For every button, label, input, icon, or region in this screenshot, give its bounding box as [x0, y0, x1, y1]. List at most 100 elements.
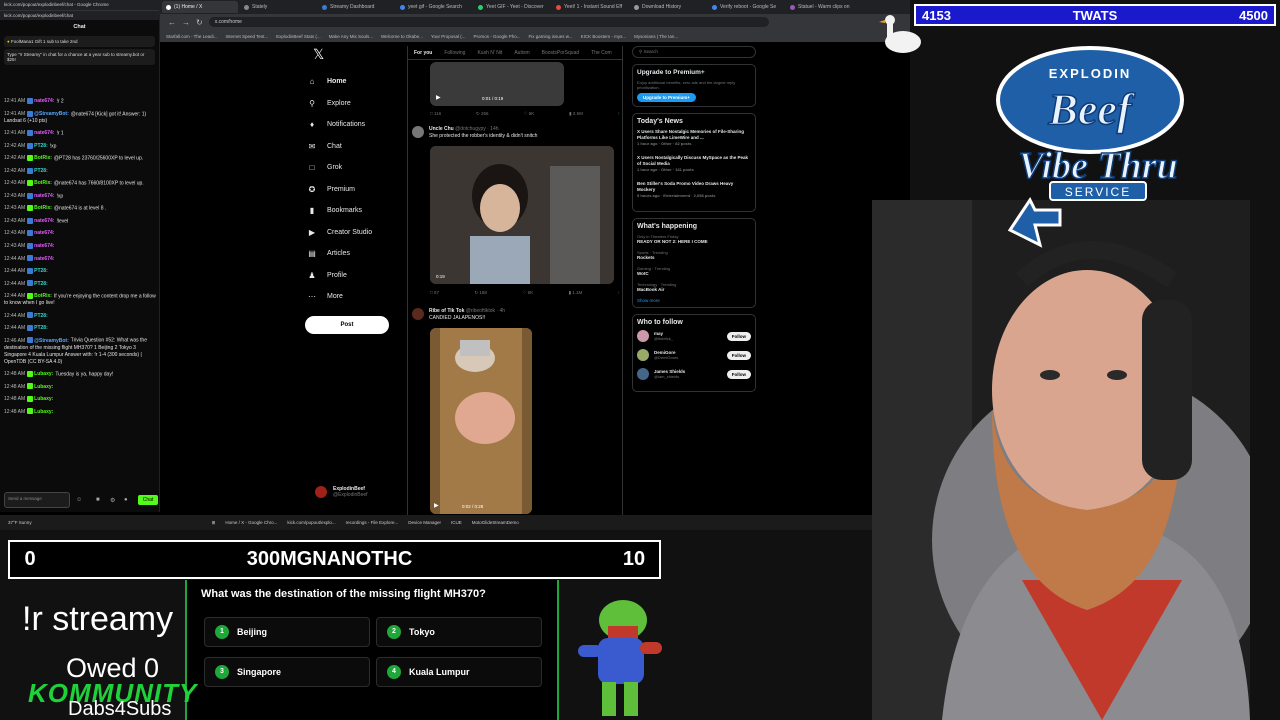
message-user[interactable]: nate674: [34, 230, 54, 236]
message-user[interactable]: BotRix: [34, 293, 52, 299]
message-user[interactable]: nate674: [34, 256, 54, 262]
bookmark[interactable]: ExplodinBeef Stats (... [276, 34, 321, 39]
message-user[interactable]: Lubaxy: [34, 409, 53, 415]
message-user[interactable]: PT28: [34, 268, 48, 274]
post-button[interactable]: Post [305, 315, 389, 334]
trend-item[interactable]: Technology · Trending MacBook Air [637, 282, 751, 292]
upgrade-button[interactable]: Upgrade to Premium+ [637, 93, 696, 102]
message-user[interactable]: PT28: [34, 313, 48, 319]
nav-grok[interactable]: □ Grok [305, 157, 405, 179]
emote-icon[interactable]: ☺ [76, 497, 82, 503]
play-icon[interactable]: ▶ [434, 502, 439, 509]
avatar[interactable] [412, 126, 424, 138]
tab[interactable]: Streamy Dashboard [318, 1, 394, 13]
message-user[interactable]: @StreamyBot: [34, 111, 69, 117]
avatar[interactable] [637, 330, 649, 342]
retweet-icon[interactable]: ↻ 168 [474, 290, 487, 296]
video-player[interactable]: 0:19 [430, 146, 614, 284]
news-item[interactable]: Ben Stiller's Soda Promo Video Draws Hea… [637, 181, 751, 199]
message-user[interactable]: nate674: [34, 98, 54, 104]
chat-input[interactable]: Send a message [4, 492, 70, 508]
views-icon[interactable]: ▮ 1.1M [569, 290, 583, 296]
taskbar-app[interactable]: Home / X - Google Chro... [225, 520, 277, 525]
tab[interactable]: Download History [630, 1, 706, 13]
gift-icon[interactable]: ■ [96, 497, 100, 503]
message-user[interactable]: PT28: [34, 281, 48, 287]
message-user[interactable]: PT28: [34, 325, 48, 331]
settings-icon[interactable]: ⚙ [110, 497, 115, 504]
tab-list[interactable]: The Com [591, 50, 612, 56]
views-icon[interactable]: ▮ 2.5M [569, 111, 583, 117]
message-user[interactable]: nate674: [34, 193, 54, 199]
nav-notifications[interactable]: ♦ Notifications [305, 114, 405, 136]
nav-articles[interactable]: ▤ Articles [305, 243, 405, 265]
taskbar-app[interactable]: ICUE [451, 520, 462, 525]
nav-explore[interactable]: ⚲ Explore [305, 93, 405, 115]
message-user[interactable]: BotRix: [34, 205, 52, 211]
taskbar-app[interactable]: recordings - File Explore... [346, 520, 399, 525]
news-item[interactable]: X Users Share Nostalgic Memories of File… [637, 129, 751, 147]
nav-more[interactable]: ⋯ More [305, 286, 405, 308]
search-input[interactable]: ⚲ Search [632, 46, 756, 58]
url-input[interactable]: x.com/home [208, 17, 769, 27]
like-icon[interactable]: ♡ 6K [522, 290, 533, 296]
tab[interactable]: Yeet! 1 - Instant Sound Eff [552, 1, 628, 13]
back-icon[interactable]: ← [168, 18, 176, 27]
tab[interactable]: Verify reboot - Google Se [708, 1, 784, 13]
reload-icon[interactable]: ↻ [196, 18, 203, 27]
like-icon[interactable]: ♡ 6K [523, 111, 534, 117]
avatar[interactable] [412, 308, 424, 320]
taskbar-app[interactable]: kick.com/popout/explo... [287, 520, 335, 525]
tab[interactable]: yeet gif - Google Search [396, 1, 472, 13]
retweet-icon[interactable]: ↻ 266 [476, 111, 489, 117]
tab-list[interactable]: Kush N' Nit [477, 50, 502, 56]
bookmark[interactable]: Make Any Mix Souls... [329, 34, 373, 39]
reply-icon[interactable]: □ 57 [430, 290, 439, 296]
message-user[interactable]: PT28: [34, 143, 48, 149]
message-user[interactable]: nate674: [34, 243, 54, 249]
follow-button[interactable]: Follow [726, 350, 751, 360]
video-player[interactable]: ▶ 0:01 / 0:19 [430, 62, 564, 106]
share-icon[interactable]: ↑ [618, 290, 620, 296]
tab-list[interactable]: Autism [514, 50, 529, 56]
nav-profile[interactable]: ♟ Profile [305, 265, 405, 287]
tab-x-home[interactable]: (1) Home / X [162, 1, 238, 13]
follow-button[interactable]: Follow [726, 331, 751, 341]
avatar[interactable] [637, 368, 649, 380]
news-item[interactable]: X Users Nostalgically Discuss MySpace as… [637, 155, 751, 173]
nav-home[interactable]: ⌂ Home [305, 71, 405, 93]
bookmark[interactable]: KICK Boosters - mys... [581, 34, 627, 39]
bookmark[interactable]: Welcome to Okabe... [381, 34, 423, 39]
show-more-link[interactable]: Show more [637, 298, 751, 303]
reply-icon[interactable]: □ 116 [430, 111, 441, 117]
trend-item[interactable]: Gaming · Trending WotC [637, 266, 751, 276]
avatar[interactable] [637, 349, 649, 361]
tab[interactable]: Stately [240, 1, 316, 13]
follow-button[interactable]: Follow [726, 369, 751, 379]
bookmark[interactable]: Starfall.com - The Leadi... [166, 34, 217, 39]
account-switcher[interactable]: ExplodinBeef @ExplodinBeef [315, 486, 368, 498]
video-player[interactable]: ▶ 0:02 / 0:28 [430, 328, 532, 514]
message-user[interactable]: BotRix: [34, 155, 52, 161]
tab[interactable]: Statuel - Warm clips on [786, 1, 862, 13]
forward-icon[interactable]: → [182, 18, 190, 27]
taskbar-app[interactable]: Device Manager [408, 520, 441, 525]
bookmark[interactable]: Fix gaming issues w... [529, 34, 573, 39]
nav-premium[interactable]: ✪ Premium [305, 179, 405, 201]
bookmark[interactable]: Your Proposal (... [431, 34, 466, 39]
bookmark[interactable]: Mysonians | The Ian... [634, 34, 678, 39]
tweet-author[interactable]: Ribe of Tik Tok @ribeoftiktok · 4h [429, 308, 505, 314]
nav-chat[interactable]: ✉ Chat [305, 136, 405, 158]
bookmark[interactable]: Internet Speed Test... [225, 34, 268, 39]
start-icon[interactable]: ⊞ [212, 520, 216, 526]
message-user[interactable]: BotRix: [34, 180, 52, 186]
chat-url[interactable]: kick.com/popout/explodinbeef/chat [0, 10, 159, 20]
message-user[interactable]: Lubaxy: [34, 371, 53, 377]
x-logo-icon[interactable]: 𝕏 [313, 46, 405, 63]
bookmark[interactable]: Promos - Google Pho... [474, 34, 521, 39]
chat-send-button[interactable]: Chat [138, 495, 158, 505]
trend-item[interactable]: Sports · Trending Rockets [637, 250, 751, 260]
play-icon[interactable]: ▶ [436, 94, 441, 101]
users-icon[interactable]: ● [124, 497, 128, 503]
tweet-author[interactable]: Uncle Chu @dotchugypy · 14h [429, 126, 499, 132]
